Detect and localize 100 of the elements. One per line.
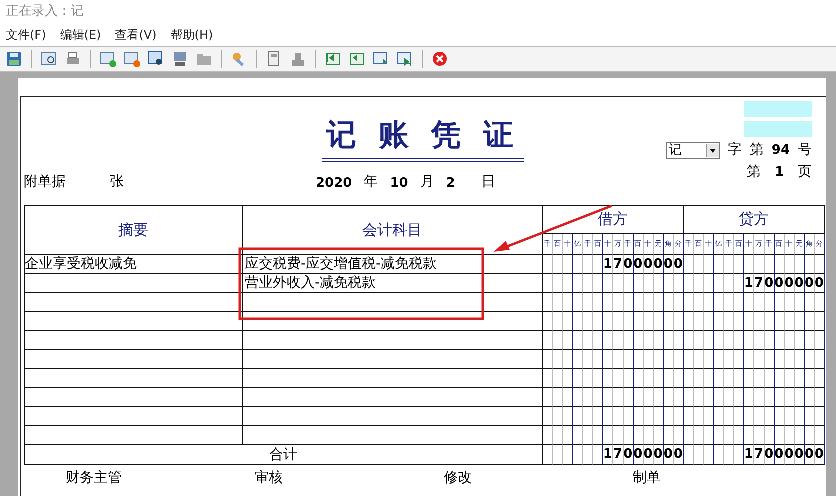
table-cell — [704, 388, 714, 407]
table-cell — [624, 274, 634, 293]
table-cell — [664, 350, 674, 369]
voucher-type-select[interactable]: 记 — [666, 142, 720, 158]
table-cell — [674, 312, 684, 331]
table-cell — [764, 331, 775, 350]
table-cell — [794, 350, 805, 369]
day-label: 日 — [481, 173, 496, 191]
save-icon[interactable] — [4, 49, 24, 69]
table-cell — [754, 293, 765, 312]
menu-item[interactable]: 查看(V) — [115, 26, 157, 44]
table-cell — [543, 426, 554, 445]
table-cell — [774, 312, 785, 331]
table-cell — [613, 312, 624, 331]
table-cell — [563, 388, 574, 407]
table-cell — [704, 293, 714, 312]
table-cell — [613, 331, 624, 350]
table-cell — [603, 293, 614, 312]
table-cell — [764, 426, 775, 445]
table-cell — [583, 331, 594, 350]
table-cell — [553, 426, 564, 445]
table-cell — [634, 407, 644, 426]
amount-digit: 0 — [774, 274, 785, 293]
table-cell — [573, 255, 584, 274]
amount-digit: 1 — [744, 274, 754, 293]
amount-digit: 7 — [754, 274, 765, 293]
table-cell — [624, 331, 634, 350]
table-cell — [603, 388, 614, 407]
table-cell — [734, 350, 744, 369]
table-cell — [724, 445, 734, 465]
year-label: 年 — [364, 173, 378, 191]
amount-digit: 0 — [814, 274, 825, 293]
table-cell — [744, 293, 754, 312]
table-cell — [804, 255, 815, 274]
table-cell — [543, 274, 554, 293]
menu-item[interactable]: 编辑(E) — [60, 26, 102, 44]
di-label: 第 — [746, 163, 761, 181]
table-cell — [814, 331, 825, 350]
table-cell — [764, 293, 775, 312]
amount-digit: 0 — [764, 445, 775, 465]
table-cell — [573, 312, 584, 331]
table-cell — [664, 369, 674, 388]
table-cell — [644, 312, 654, 331]
table-cell — [724, 274, 734, 293]
column-header: 借方 — [543, 206, 684, 234]
table-cell — [814, 369, 825, 388]
date-year: 2020 — [316, 176, 352, 191]
total-label: 合计 — [25, 445, 543, 465]
table-cell — [573, 445, 584, 465]
table-cell — [744, 369, 754, 388]
table-cell — [704, 331, 714, 350]
table-cell — [553, 445, 564, 465]
table-cell — [593, 388, 604, 407]
table-cell — [744, 388, 754, 407]
input-field[interactable] — [744, 101, 812, 117]
table-cell — [543, 407, 554, 426]
table-cell — [674, 388, 684, 407]
table-cell — [784, 312, 795, 331]
table-cell — [674, 350, 684, 369]
table-cell — [724, 350, 734, 369]
table-cell — [764, 388, 775, 407]
table-cell — [553, 369, 564, 388]
table-cell — [804, 331, 815, 350]
table-cell — [714, 255, 724, 274]
table-cell — [644, 407, 654, 426]
table-cell — [774, 426, 785, 445]
table-cell — [804, 369, 815, 388]
table-cell — [593, 369, 604, 388]
table-cell — [774, 255, 785, 274]
table-cell — [754, 426, 765, 445]
table-cell — [724, 369, 734, 388]
table-cell — [583, 407, 594, 426]
table-cell — [684, 388, 694, 407]
table-cell — [654, 388, 664, 407]
table-cell — [804, 312, 815, 331]
table-cell — [784, 426, 795, 445]
table-cell — [814, 407, 825, 426]
amount-digit: 0 — [624, 255, 634, 274]
table-cell — [684, 369, 694, 388]
table-cell — [553, 331, 564, 350]
table-cell — [553, 274, 564, 293]
table-cell — [573, 274, 584, 293]
table-cell — [724, 331, 734, 350]
amount-digit: 0 — [644, 445, 654, 465]
menu-item[interactable]: 帮助(H) — [170, 26, 214, 44]
menu-item[interactable]: 文件(F) — [6, 26, 46, 44]
table-cell — [654, 331, 664, 350]
table-cell — [794, 331, 805, 350]
table-cell — [734, 407, 744, 426]
table-cell — [794, 293, 805, 312]
table-cell — [563, 369, 574, 388]
table-cell — [734, 445, 744, 465]
table-cell — [644, 426, 654, 445]
page-number: 1 — [774, 164, 784, 180]
table-cell — [784, 407, 795, 426]
table-cell — [794, 312, 805, 331]
input-field[interactable] — [744, 121, 812, 137]
table-cell — [583, 312, 594, 331]
close-icon[interactable] — [430, 49, 450, 69]
hao-label: 号 — [798, 141, 812, 159]
